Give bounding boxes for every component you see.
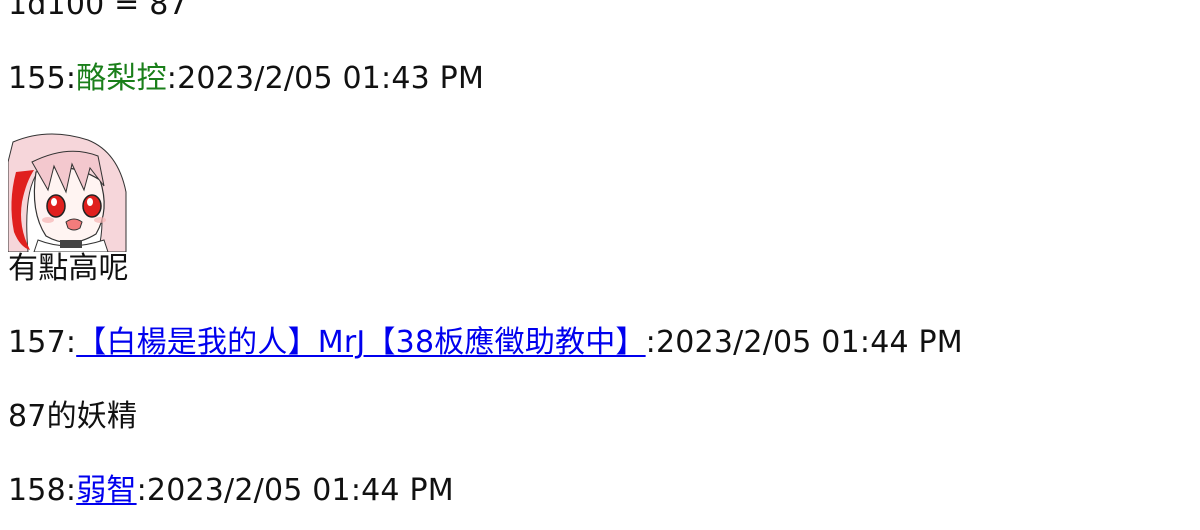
post-number: 158: [8, 473, 66, 508]
separator: :: [166, 61, 178, 96]
poster-name-link[interactable]: 弱智: [76, 473, 136, 508]
post-timestamp: 2023/2/05 01:43 PM: [177, 61, 485, 96]
post-timestamp: 2023/2/05 01:44 PM: [146, 473, 454, 508]
poster-name: 酪梨控: [76, 61, 167, 96]
post-body-155: 有點高呢: [8, 252, 129, 286]
post-header-157: 157:【白楊是我的人】MrJ【38板應徵助教中】:2023/2/05 01:4…: [8, 326, 963, 360]
post-number: 155: [8, 61, 66, 96]
post-text: 87的妖精: [8, 399, 138, 434]
post-number: 157: [8, 325, 66, 360]
post-body-157: 87的妖精: [8, 400, 137, 434]
separator: :: [136, 473, 147, 508]
post-header-155: 155:酪梨控:2023/2/05 01:43 PM: [8, 62, 484, 96]
post-header-158: 158:弱智:2023/2/05 01:44 PM: [8, 474, 454, 508]
separator: :: [645, 325, 656, 360]
separator: :: [65, 473, 77, 508]
separator: :: [65, 325, 77, 360]
dice-roll-result: 1d100 = 87: [8, 0, 188, 22]
anime-girl-avatar-icon: [8, 132, 128, 252]
poster-name-link[interactable]: 【白楊是我的人】MrJ【38板應徵助教中】: [76, 325, 645, 360]
separator: :: [65, 61, 77, 96]
post-timestamp: 2023/2/05 01:44 PM: [655, 325, 963, 360]
post-text: 有點高呢: [8, 251, 129, 286]
avatar-image: [8, 132, 128, 252]
